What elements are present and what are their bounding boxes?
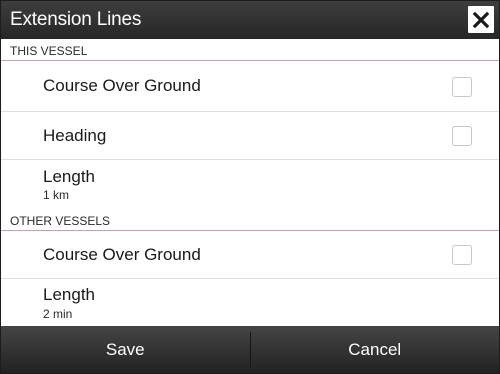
- settings-list: THIS VESSEL Course Over Ground Heading L…: [1, 39, 499, 327]
- checkbox-this-vessel-cog[interactable]: [452, 77, 472, 97]
- save-button[interactable]: Save: [1, 326, 250, 373]
- section-header-label: OTHER VESSELS: [10, 214, 111, 228]
- checkbox-this-vessel-heading[interactable]: [452, 126, 472, 146]
- row-label: Course Over Ground: [43, 245, 201, 264]
- row-other-vessels-length[interactable]: Length 2 min: [1, 279, 499, 327]
- extension-lines-dialog: Extension Lines THIS VESSEL Course Over …: [0, 0, 500, 374]
- dialog-footer: Save Cancel: [1, 326, 499, 373]
- section-header-label: THIS VESSEL: [10, 44, 88, 58]
- close-icon: [473, 11, 489, 28]
- checkbox-other-vessels-cog[interactable]: [452, 245, 472, 265]
- row-other-vessels-course-over-ground[interactable]: Course Over Ground: [1, 231, 499, 279]
- row-value: 1 km: [43, 188, 70, 202]
- close-button[interactable]: [468, 6, 494, 33]
- row-this-vessel-length[interactable]: Length 1 km: [1, 160, 499, 209]
- row-label: Course Over Ground: [43, 76, 201, 95]
- section-header-this-vessel: THIS VESSEL: [1, 39, 499, 61]
- dialog-title: Extension Lines: [10, 9, 142, 30]
- row-label: Length: [43, 285, 95, 304]
- row-this-vessel-course-over-ground[interactable]: Course Over Ground: [1, 61, 499, 112]
- row-value: 2 min: [43, 307, 73, 321]
- row-label: Heading: [43, 126, 107, 145]
- row-label: Length: [43, 167, 95, 186]
- cancel-button[interactable]: Cancel: [251, 326, 500, 373]
- section-header-other-vessels: OTHER VESSELS: [1, 209, 499, 231]
- row-this-vessel-heading[interactable]: Heading: [1, 112, 499, 160]
- title-bar: Extension Lines: [1, 1, 499, 39]
